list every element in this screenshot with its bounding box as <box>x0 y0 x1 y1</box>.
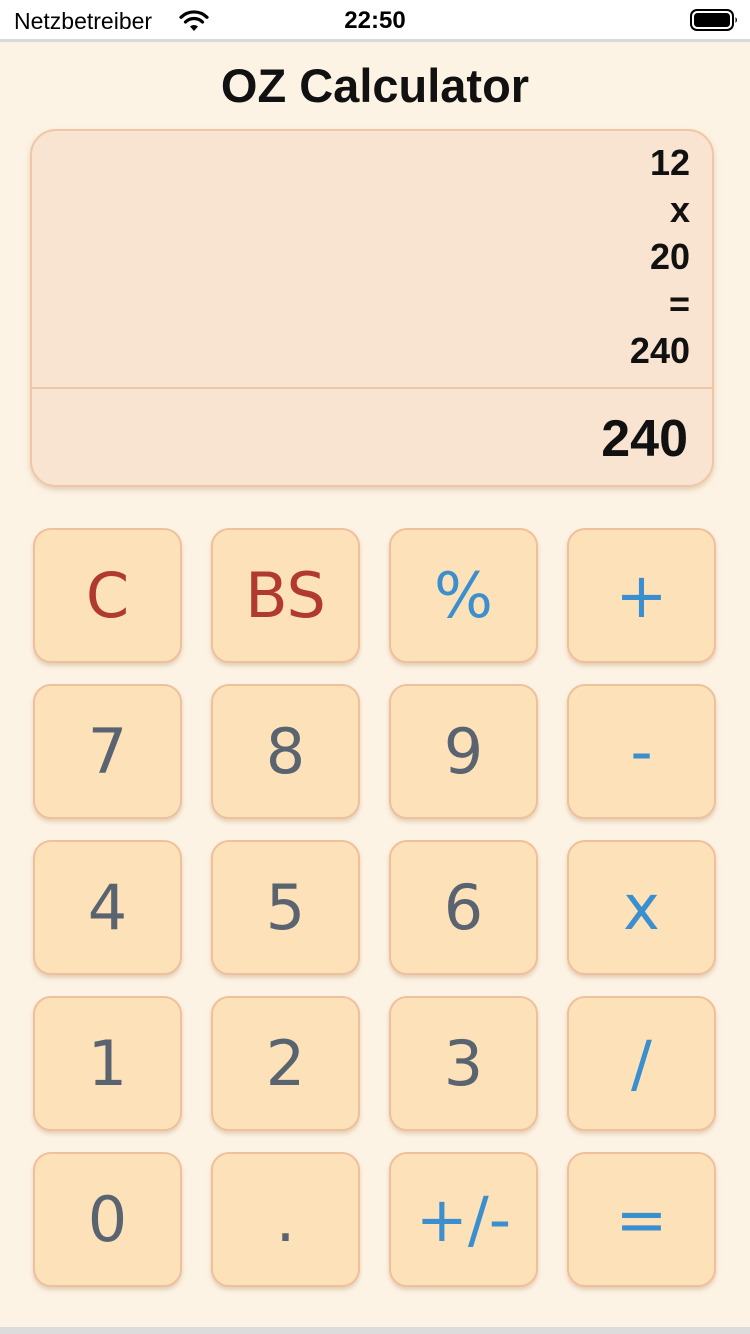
multiply-button[interactable]: x <box>567 840 716 975</box>
carrier-name: Netzbetreiber <box>14 8 153 34</box>
digit-6-button[interactable]: 6 <box>389 840 538 975</box>
digit-1-button[interactable]: 1 <box>33 996 182 1131</box>
digit-0-button[interactable]: 0 <box>33 1152 182 1287</box>
digit-5-button[interactable]: 5 <box>211 840 360 975</box>
divide-button[interactable]: / <box>567 996 716 1131</box>
calculation-history: 12 x 20 = 240 <box>32 131 712 389</box>
history-line: 240 <box>629 330 690 371</box>
digit-4-button[interactable]: 4 <box>33 840 182 975</box>
digit-7-button[interactable]: 7 <box>33 684 182 819</box>
digit-9-button[interactable]: 9 <box>389 684 538 819</box>
digit-3-button[interactable]: 3 <box>389 996 538 1131</box>
percent-button[interactable]: % <box>389 528 538 663</box>
status-bar: Netzbetreiber 22:50 <box>0 0 750 42</box>
history-line: 12 <box>649 142 690 183</box>
keypad: C BS % + 7 8 9 - 4 5 6 x 1 2 3 / 0 . +/-… <box>33 528 717 1288</box>
subtract-button[interactable]: - <box>567 684 716 819</box>
battery-icon <box>690 9 737 31</box>
history-line: 20 <box>649 236 690 277</box>
digit-8-button[interactable]: 8 <box>211 684 360 819</box>
digit-2-button[interactable]: 2 <box>211 996 360 1131</box>
add-button[interactable]: + <box>567 528 716 663</box>
wifi-icon <box>179 10 209 31</box>
calculator-display: 12 x 20 = 240 240 <box>30 129 714 487</box>
decimal-button[interactable]: . <box>211 1152 360 1287</box>
negate-button[interactable]: +/- <box>389 1152 538 1287</box>
home-indicator <box>0 1327 750 1334</box>
result-value: 240 <box>601 410 688 468</box>
history-line: = <box>668 283 690 324</box>
backspace-button[interactable]: BS <box>211 528 360 663</box>
history-line: x <box>669 189 690 230</box>
app-title: OZ Calculator <box>220 59 530 112</box>
equals-button[interactable]: = <box>567 1152 716 1287</box>
clear-button[interactable]: C <box>33 528 182 663</box>
